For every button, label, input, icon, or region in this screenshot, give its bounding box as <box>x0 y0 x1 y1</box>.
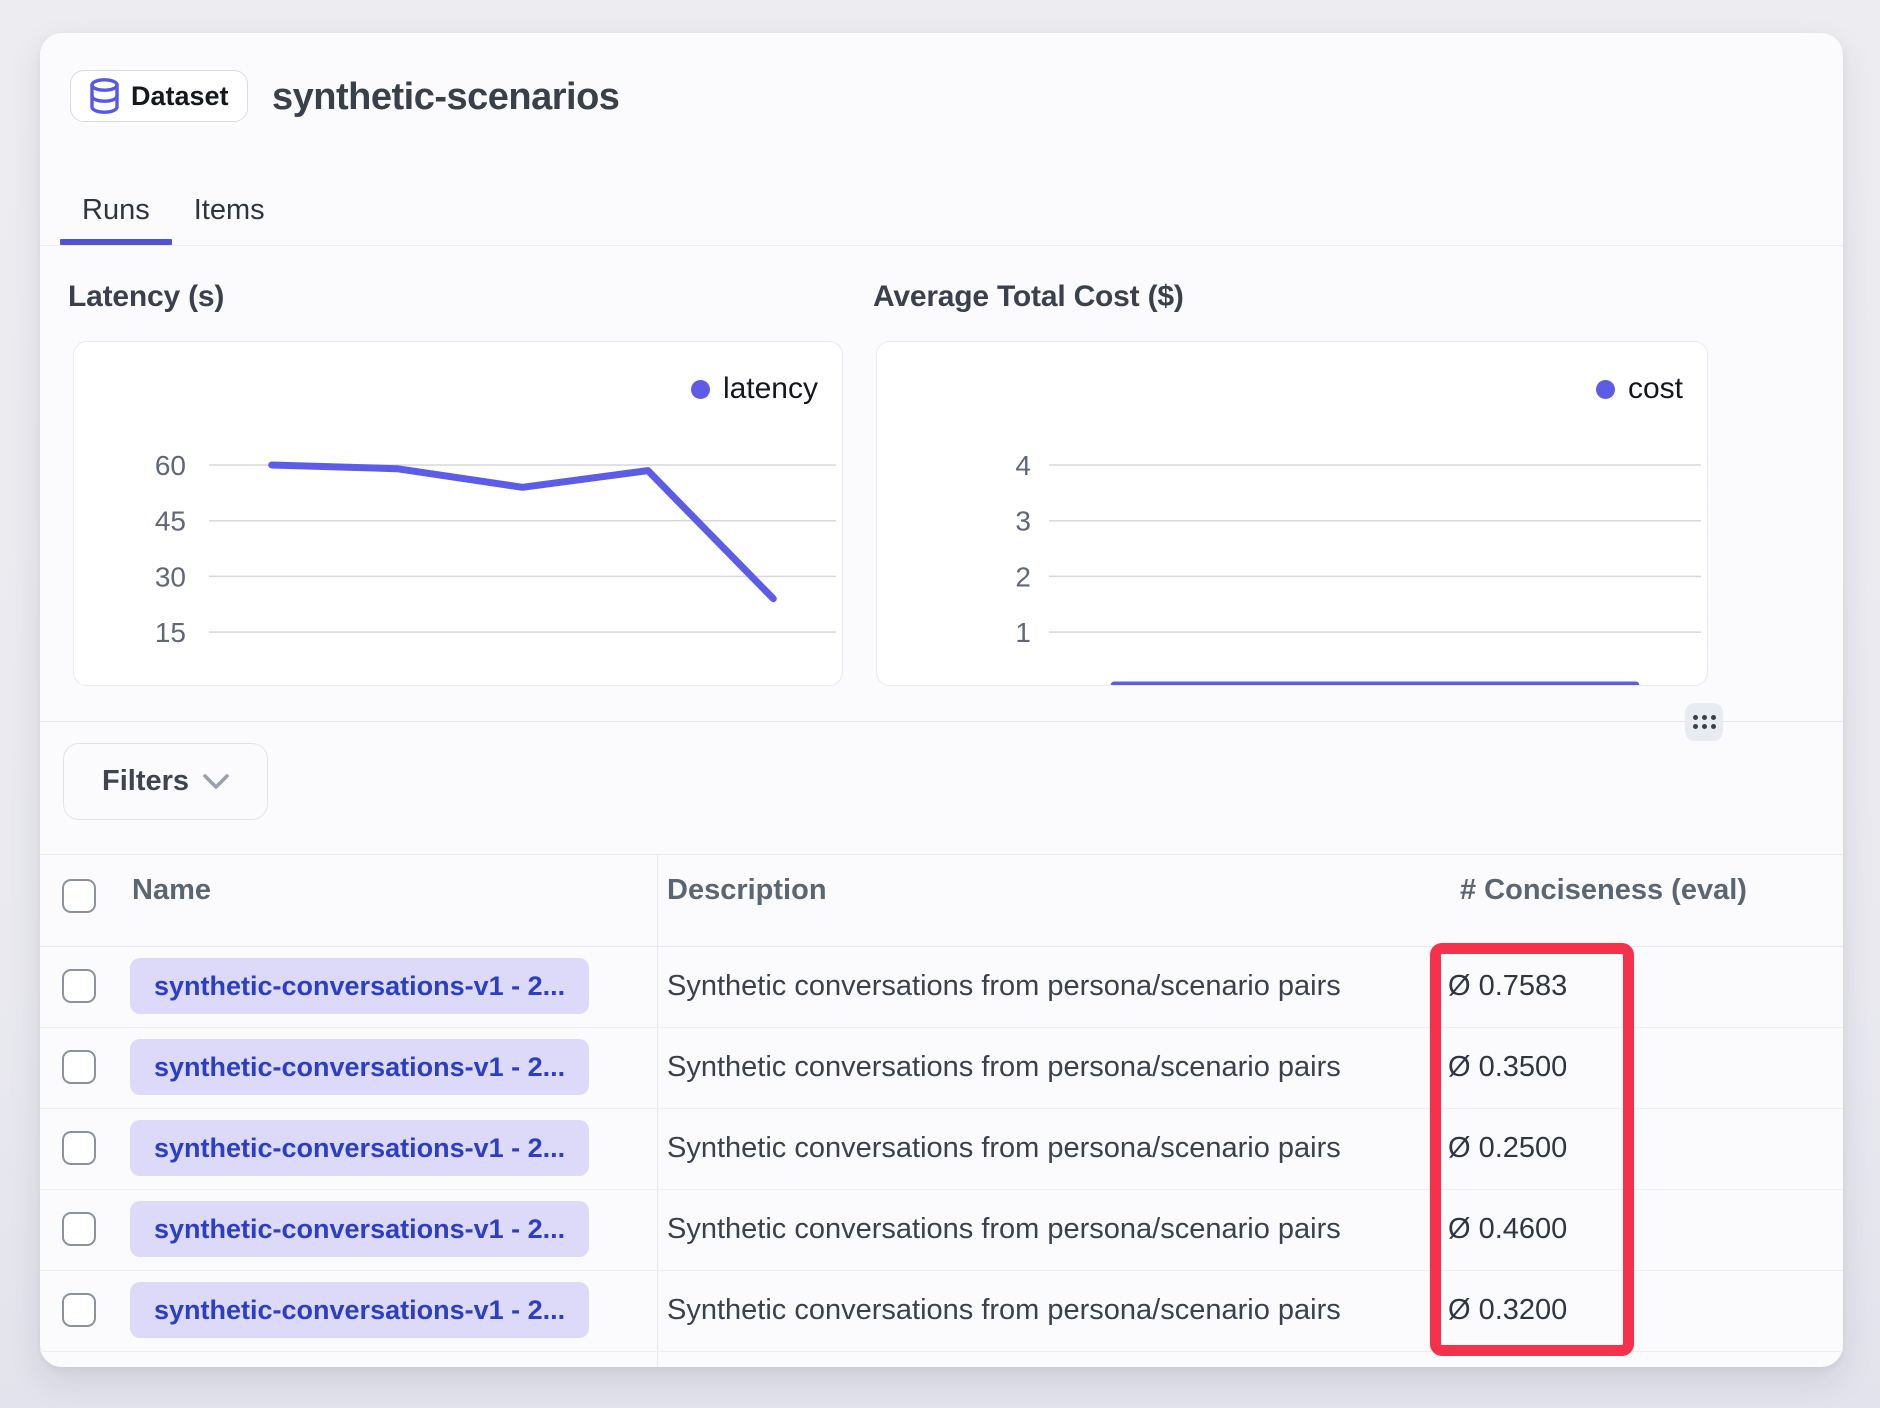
cost-chart: 4 3 2 1 cost <box>876 341 1708 686</box>
svg-text:60: 60 <box>155 450 186 481</box>
run-name-link[interactable]: synthetic-conversations-v1 - 2... <box>130 958 589 1014</box>
conciseness-value: Ø 0.4600 <box>1448 1213 1567 1246</box>
cost-legend[interactable]: cost <box>1596 372 1683 406</box>
conciseness-value: Ø 0.7583 <box>1448 970 1567 1003</box>
row-checkbox[interactable] <box>62 1212 96 1246</box>
run-description: Synthetic conversations from persona/sce… <box>667 1051 1341 1084</box>
dataset-panel: Dataset synthetic-scenarios Runs Items L… <box>40 33 1843 1367</box>
cost-chart-title: Average Total Cost ($) <box>873 280 1184 314</box>
table-top-border <box>40 854 1843 855</box>
tab-runs[interactable]: Runs <box>60 176 172 245</box>
conciseness-value: Ø 0.2500 <box>1448 1132 1567 1165</box>
tab-items[interactable]: Items <box>172 176 287 245</box>
svg-text:15: 15 <box>155 617 186 648</box>
run-name-link[interactable]: synthetic-conversations-v1 - 2... <box>130 1039 589 1095</box>
run-name-link[interactable]: synthetic-conversations-v1 - 2... <box>130 1282 589 1338</box>
svg-text:2: 2 <box>1015 561 1031 592</box>
svg-text:30: 30 <box>155 561 186 592</box>
filters-button[interactable]: Filters <box>63 743 268 820</box>
tab-bar: Runs Items <box>60 176 287 245</box>
page-title: synthetic-scenarios <box>272 76 619 119</box>
chevron-down-icon <box>203 774 229 790</box>
tabs-divider <box>40 245 1843 246</box>
row-border <box>40 1189 1843 1190</box>
run-description: Synthetic conversations from persona/sce… <box>667 1132 1341 1165</box>
cost-legend-dot <box>1596 380 1615 399</box>
row-border <box>40 1351 1843 1352</box>
latency-legend[interactable]: latency <box>691 372 818 406</box>
svg-text:3: 3 <box>1015 506 1031 537</box>
row-checkbox[interactable] <box>62 1050 96 1084</box>
badge-label: Dataset <box>131 81 229 112</box>
run-name-link[interactable]: synthetic-conversations-v1 - 2... <box>130 1120 589 1176</box>
row-checkbox[interactable] <box>62 1293 96 1327</box>
run-description: Synthetic conversations from persona/sce… <box>667 1213 1341 1246</box>
row-border <box>40 1027 1843 1028</box>
svg-text:1: 1 <box>1015 617 1031 648</box>
column-header-description[interactable]: Description <box>667 874 827 907</box>
conciseness-value: Ø 0.3200 <box>1448 1294 1567 1327</box>
database-icon <box>89 78 120 114</box>
column-header-name[interactable]: Name <box>132 874 211 907</box>
column-divider <box>657 854 658 1367</box>
charts-table-divider <box>40 721 1843 722</box>
latency-chart: 60 45 30 15 latency <box>73 341 843 686</box>
grid-dots <box>1693 715 1716 729</box>
header-bottom-border <box>40 946 1843 947</box>
row-border <box>40 1108 1843 1109</box>
latency-legend-dot <box>691 380 710 399</box>
row-border <box>40 1270 1843 1271</box>
row-checkbox[interactable] <box>62 1131 96 1165</box>
conciseness-value: Ø 0.3500 <box>1448 1051 1567 1084</box>
dataset-type-badge: Dataset <box>70 70 248 122</box>
column-header-conciseness[interactable]: # Conciseness (eval) <box>1460 874 1747 907</box>
tab-runs-label: Runs <box>82 194 150 227</box>
grid-handle-icon[interactable] <box>1685 703 1723 741</box>
latency-chart-title: Latency (s) <box>68 280 224 314</box>
latency-legend-label: latency <box>723 372 818 406</box>
svg-text:4: 4 <box>1015 450 1031 481</box>
cost-legend-label: cost <box>1628 372 1683 406</box>
filters-label: Filters <box>102 765 189 798</box>
tab-items-label: Items <box>194 194 265 227</box>
run-description: Synthetic conversations from persona/sce… <box>667 970 1341 1003</box>
svg-text:45: 45 <box>155 506 186 537</box>
select-all-checkbox[interactable] <box>62 879 96 913</box>
row-checkbox[interactable] <box>62 969 96 1003</box>
run-description: Synthetic conversations from persona/sce… <box>667 1294 1341 1327</box>
run-name-link[interactable]: synthetic-conversations-v1 - 2... <box>130 1201 589 1257</box>
